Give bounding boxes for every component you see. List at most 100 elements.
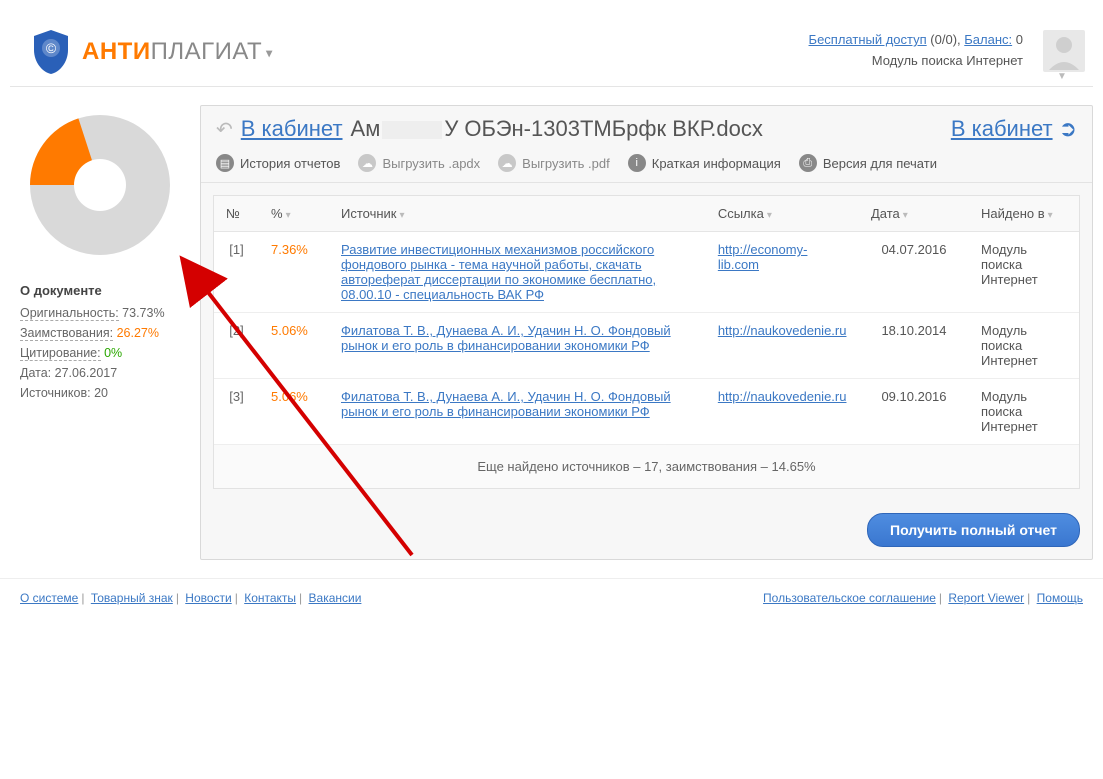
sources-label: Источников: bbox=[20, 386, 91, 400]
row-date: 04.07.2016 bbox=[859, 232, 969, 313]
originality-value: 73.73% bbox=[122, 306, 164, 320]
doc-name: У ОБЭн-1303ТМБрфк ВКР.docx bbox=[444, 116, 762, 141]
footer-news[interactable]: Новости bbox=[185, 591, 231, 605]
balance-value: 0 bbox=[1016, 32, 1023, 47]
sort-icon: ▾ bbox=[286, 210, 291, 221]
row-date: 18.10.2014 bbox=[859, 313, 969, 379]
brief-label: Краткая информация bbox=[652, 156, 781, 171]
footer-report-viewer[interactable]: Report Viewer bbox=[948, 591, 1024, 605]
table-row[interactable]: [2]5.06% Филатова Т. В., Дунаева А. И., У… bbox=[214, 313, 1079, 379]
date-row: Дата: 27.06.2017 bbox=[20, 366, 180, 380]
col-num[interactable]: № bbox=[214, 196, 259, 232]
row-found: Модуль поиска Интернет bbox=[969, 232, 1079, 313]
logo-text[interactable]: АНТИПЛАГИАТ▾ bbox=[82, 38, 273, 66]
avatar[interactable]: ▼ bbox=[1043, 30, 1085, 72]
enter-icon[interactable]: ➲ bbox=[1059, 116, 1077, 142]
row-num: [2] bbox=[214, 313, 259, 379]
source-link[interactable]: Развитие инвестиционных механизмов росси… bbox=[341, 242, 656, 302]
search-module-label: Модуль поиска Интернет bbox=[809, 51, 1023, 72]
footer-help[interactable]: Помощь bbox=[1037, 591, 1083, 605]
cabinet-right-link[interactable]: В кабинет bbox=[951, 116, 1053, 142]
back-to-cabinet-link[interactable]: В кабинет bbox=[241, 116, 343, 142]
cloud-download-icon: ☁ bbox=[358, 154, 376, 172]
footer-jobs[interactable]: Вакансии bbox=[309, 591, 362, 605]
export-pdf-tool[interactable]: ☁ Выгрузить .pdf bbox=[498, 154, 610, 172]
footer-trademark[interactable]: Товарный знак bbox=[91, 591, 173, 605]
col-source[interactable]: Источник▾ bbox=[329, 196, 706, 232]
cloud-download-icon: ☁ bbox=[498, 154, 516, 172]
document-icon: ▤ bbox=[216, 154, 234, 172]
sort-icon: ▾ bbox=[903, 210, 908, 221]
row-num: [1] bbox=[214, 232, 259, 313]
row-found: Модуль поиска Интернет bbox=[969, 313, 1079, 379]
external-link[interactable]: http://naukovedenie.ru bbox=[718, 389, 847, 404]
col-link[interactable]: Ссылка▾ bbox=[706, 196, 859, 232]
footer-agreement[interactable]: Пользовательское соглашение bbox=[763, 591, 936, 605]
row-source: Филатова Т. В., Дунаева А. И., Удачин Н.… bbox=[329, 379, 706, 445]
footer-right: Пользовательское соглашение| Report View… bbox=[763, 591, 1083, 605]
footer-left: О системе| Товарный знак| Новости| Конта… bbox=[20, 591, 361, 605]
table-row[interactable]: [1]7.36%Развитие инвестиционных механизм… bbox=[214, 232, 1079, 313]
citation-value: 0% bbox=[104, 346, 122, 360]
external-link[interactable]: http://naukovedenie.ru bbox=[718, 323, 847, 338]
originality-label: Оригинальность: bbox=[20, 306, 119, 321]
row-date: 09.10.2016 bbox=[859, 379, 969, 445]
row-source: Развитие инвестиционных механизмов росси… bbox=[329, 232, 706, 313]
svg-text:©: © bbox=[46, 40, 57, 56]
borrowings-row: Заимствования: 26.27% bbox=[20, 326, 180, 340]
logo-shield-icon: © bbox=[30, 28, 72, 76]
history-label: История отчетов bbox=[240, 156, 340, 171]
sources-table: № %▾ Источник▾ Ссылка▾ Дата▾ Найдено в▾ … bbox=[214, 196, 1079, 445]
row-found: Модуль поиска Интернет bbox=[969, 379, 1079, 445]
print-tool[interactable]: ⎙ Версия для печати bbox=[799, 154, 937, 172]
citation-row: Цитирование: 0% bbox=[20, 346, 180, 360]
logo-plagiat: ПЛАГИАТ bbox=[151, 38, 263, 65]
borrowings-value: 26.27% bbox=[117, 326, 159, 340]
row-pct: 7.36% bbox=[259, 232, 329, 313]
external-link[interactable]: http://economy-lib.com bbox=[718, 242, 808, 272]
printer-icon: ⎙ bbox=[799, 154, 817, 172]
date-label: Дата: bbox=[20, 366, 51, 380]
print-label: Версия для печати bbox=[823, 156, 937, 171]
col-found[interactable]: Найдено в▾ bbox=[969, 196, 1079, 232]
source-link[interactable]: Филатова Т. В., Дунаева А. И., Удачин Н.… bbox=[341, 323, 671, 353]
brief-info-tool[interactable]: i Краткая информация bbox=[628, 154, 781, 172]
info-icon: i bbox=[628, 154, 646, 172]
source-link[interactable]: Филатова Т. В., Дунаева А. И., Удачин Н.… bbox=[341, 389, 671, 419]
chevron-down-icon[interactable]: ▾ bbox=[266, 46, 273, 60]
back-arrow-icon[interactable]: ↶ bbox=[216, 117, 233, 142]
doc-name-prefix: Ам bbox=[351, 116, 381, 141]
col-date[interactable]: Дата▾ bbox=[859, 196, 969, 232]
originality-pie-chart bbox=[20, 105, 180, 265]
about-document-title: О документе bbox=[20, 283, 180, 298]
logo-anti: АНТИ bbox=[82, 38, 151, 65]
col-pct[interactable]: %▾ bbox=[259, 196, 329, 232]
sources-value: 20 bbox=[94, 386, 108, 400]
export-apdx-tool[interactable]: ☁ Выгрузить .apdx bbox=[358, 154, 480, 172]
row-link: http://economy-lib.com bbox=[706, 232, 859, 313]
table-row[interactable]: [3]5.06% Филатова Т. В., Дунаева А. И., У… bbox=[214, 379, 1079, 445]
sort-icon: ▾ bbox=[1048, 210, 1053, 221]
export-apdx-label: Выгрузить .apdx bbox=[382, 156, 480, 171]
chevron-down-icon: ▼ bbox=[1057, 71, 1067, 82]
footer-about[interactable]: О системе bbox=[20, 591, 78, 605]
balance-link[interactable]: Баланс: bbox=[964, 32, 1012, 47]
row-link: http://naukovedenie.ru bbox=[706, 313, 859, 379]
row-pct: 5.06% bbox=[259, 313, 329, 379]
date-value: 27.06.2017 bbox=[55, 366, 118, 380]
sort-icon: ▾ bbox=[400, 210, 405, 221]
full-report-button[interactable]: Получить полный отчет bbox=[867, 513, 1080, 547]
row-link: http://naukovedenie.ru bbox=[706, 379, 859, 445]
more-sources-row[interactable]: Еще найдено источников – 17, заимствован… bbox=[214, 445, 1079, 488]
free-access-count: (0/0), bbox=[930, 32, 960, 47]
sort-icon: ▾ bbox=[767, 210, 772, 221]
borrowings-label: Заимствования: bbox=[20, 326, 113, 341]
free-access-link[interactable]: Бесплатный доступ bbox=[809, 32, 927, 47]
redacted-span bbox=[382, 121, 442, 139]
originality-row: Оригинальность: 73.73% bbox=[20, 306, 180, 320]
footer-contacts[interactable]: Контакты bbox=[244, 591, 296, 605]
row-pct: 5.06% bbox=[259, 379, 329, 445]
history-tool[interactable]: ▤ История отчетов bbox=[216, 154, 340, 172]
export-pdf-label: Выгрузить .pdf bbox=[522, 156, 610, 171]
row-num: [3] bbox=[214, 379, 259, 445]
